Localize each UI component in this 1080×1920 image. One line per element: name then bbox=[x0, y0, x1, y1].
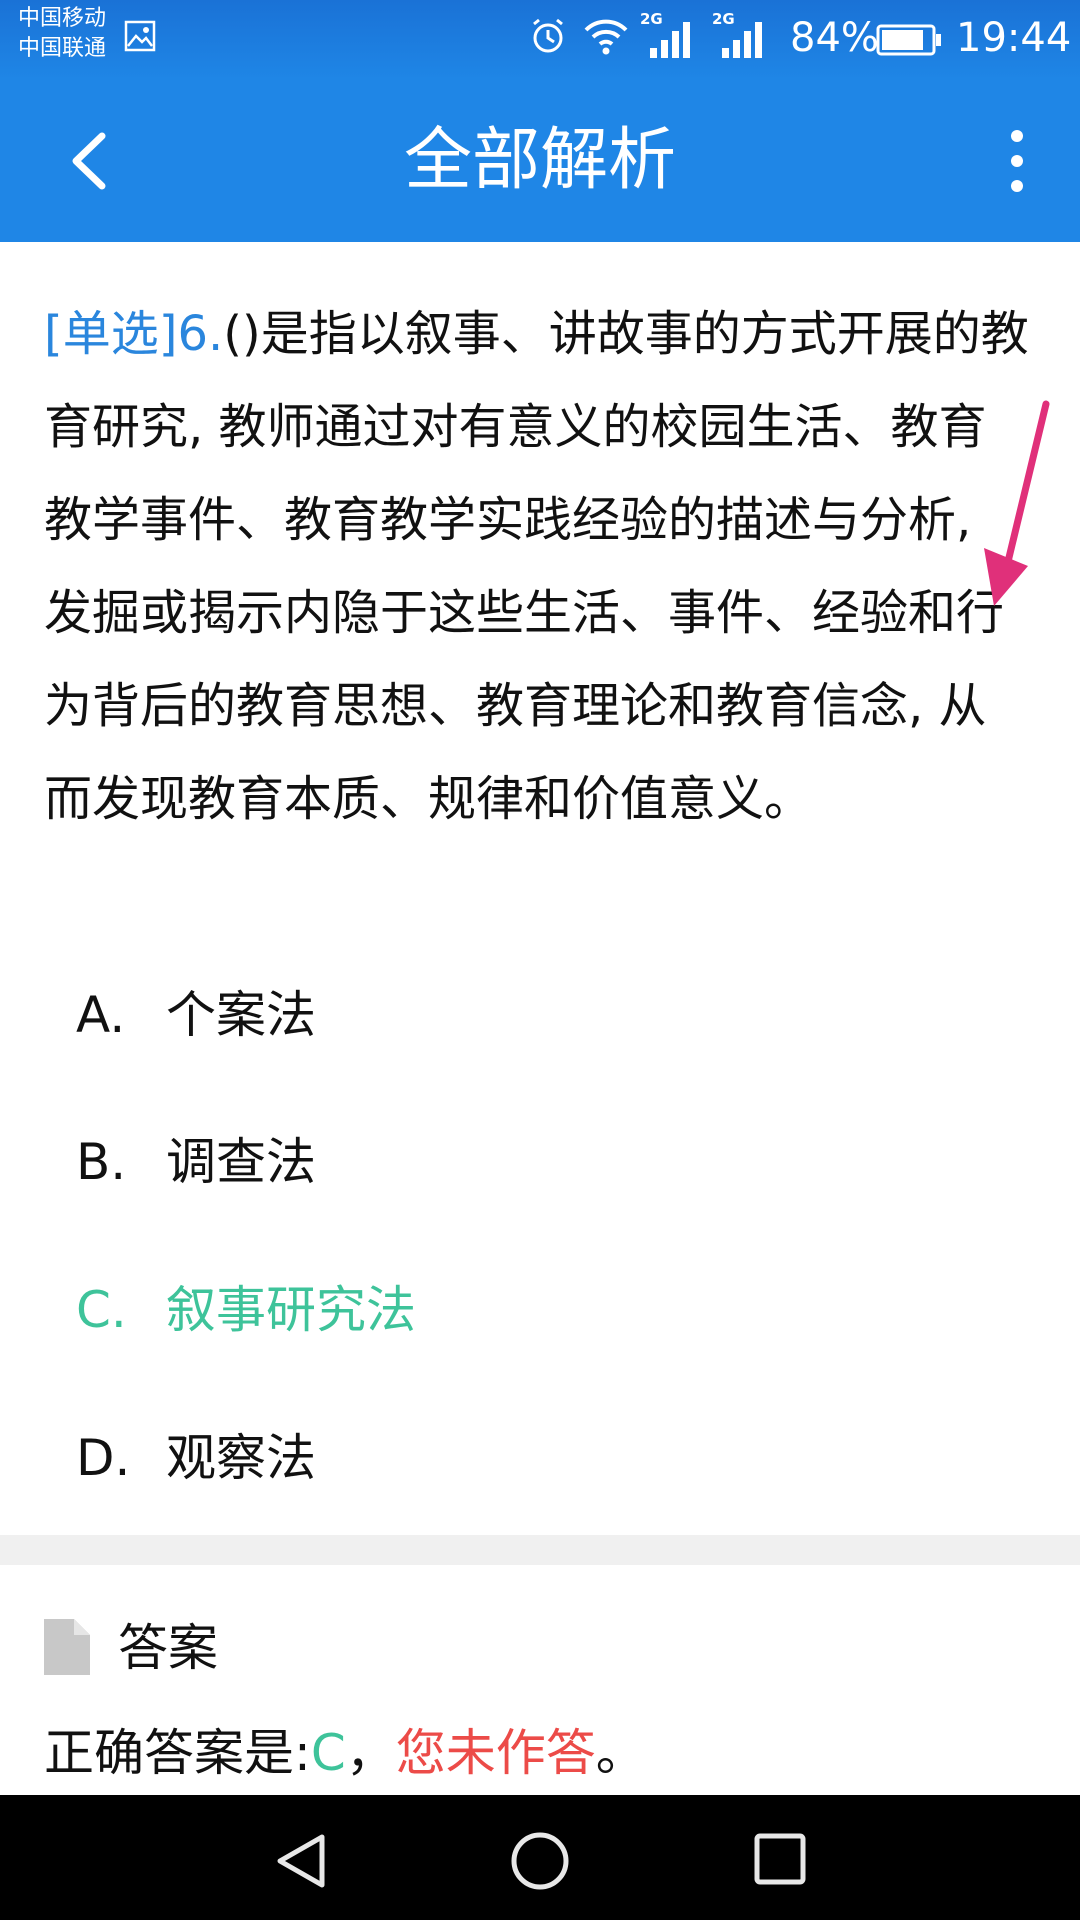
nav-back-icon[interactable] bbox=[272, 1831, 328, 1891]
carrier-name-2: 中国联通 bbox=[18, 36, 107, 61]
page-title: 全部解析 bbox=[403, 121, 676, 200]
option-letter: C. bbox=[76, 1281, 127, 1339]
answer-section-title: 答案 bbox=[118, 1619, 218, 1677]
answer-result: 正确答案是:C，您未作答。 bbox=[44, 1718, 646, 1788]
document-icon bbox=[44, 1619, 90, 1675]
carrier-name-1: 中国移动 bbox=[18, 6, 107, 31]
image-notification-icon bbox=[124, 20, 156, 52]
question-type-tag: [单选]6. bbox=[44, 306, 224, 362]
signal-bars-1-icon bbox=[650, 22, 690, 58]
app-header: 全部解析 bbox=[0, 80, 1080, 242]
status-bar: 中国移动 中国联通 2G 2G 84% 19:44 bbox=[0, 0, 1080, 80]
option-label: 个案法 bbox=[166, 986, 316, 1044]
system-nav-bar bbox=[0, 1795, 1080, 1920]
question-body: ()是指以叙事、讲故事的方式开展的教育研究, 教师通过对有意义的校园生活、教育教… bbox=[44, 306, 1029, 827]
carrier-info: 中国移动 中国联通 bbox=[18, 4, 106, 64]
signal-2-indicator: 2G bbox=[712, 10, 768, 58]
option-label: 观察法 bbox=[166, 1429, 316, 1487]
option-letter: B. bbox=[76, 1133, 127, 1191]
option-c[interactable]: C. 叙事研究法 bbox=[76, 1270, 416, 1350]
answer-suffix: 。 bbox=[595, 1724, 646, 1782]
alarm-icon bbox=[533, 18, 563, 53]
option-d[interactable]: D. 观察法 bbox=[76, 1418, 316, 1498]
option-a[interactable]: A. 个案法 bbox=[76, 975, 316, 1055]
wifi-icon bbox=[584, 19, 628, 55]
option-b[interactable]: B. 调查法 bbox=[76, 1122, 316, 1202]
nav-home-icon[interactable] bbox=[510, 1831, 570, 1891]
option-letter: D. bbox=[76, 1429, 131, 1487]
correct-answer-letter: C bbox=[310, 1724, 346, 1782]
battery-icon bbox=[876, 24, 941, 56]
option-label: 叙事研究法 bbox=[166, 1281, 416, 1339]
option-label: 调查法 bbox=[166, 1133, 316, 1191]
more-menu-icon[interactable] bbox=[1000, 128, 1034, 194]
answer-prefix: 正确答案是: bbox=[44, 1724, 311, 1782]
status-time: 19:44 bbox=[956, 15, 1072, 61]
section-divider bbox=[0, 1535, 1080, 1565]
signal-1-indicator: 2G bbox=[640, 10, 696, 58]
option-letter: A. bbox=[76, 986, 126, 1044]
nav-recent-apps-icon[interactable] bbox=[754, 1833, 806, 1885]
answer-separator: ， bbox=[345, 1724, 396, 1782]
battery-percent: 84% bbox=[790, 15, 879, 61]
annotation-arrow bbox=[984, 400, 1050, 606]
user-answer-status: 您未作答 bbox=[395, 1724, 596, 1782]
question-text: [单选]6.()是指以叙事、讲故事的方式开展的教育研究, 教师通过对有意义的校园… bbox=[44, 288, 1034, 846]
signal-bars-2-icon bbox=[722, 22, 762, 58]
